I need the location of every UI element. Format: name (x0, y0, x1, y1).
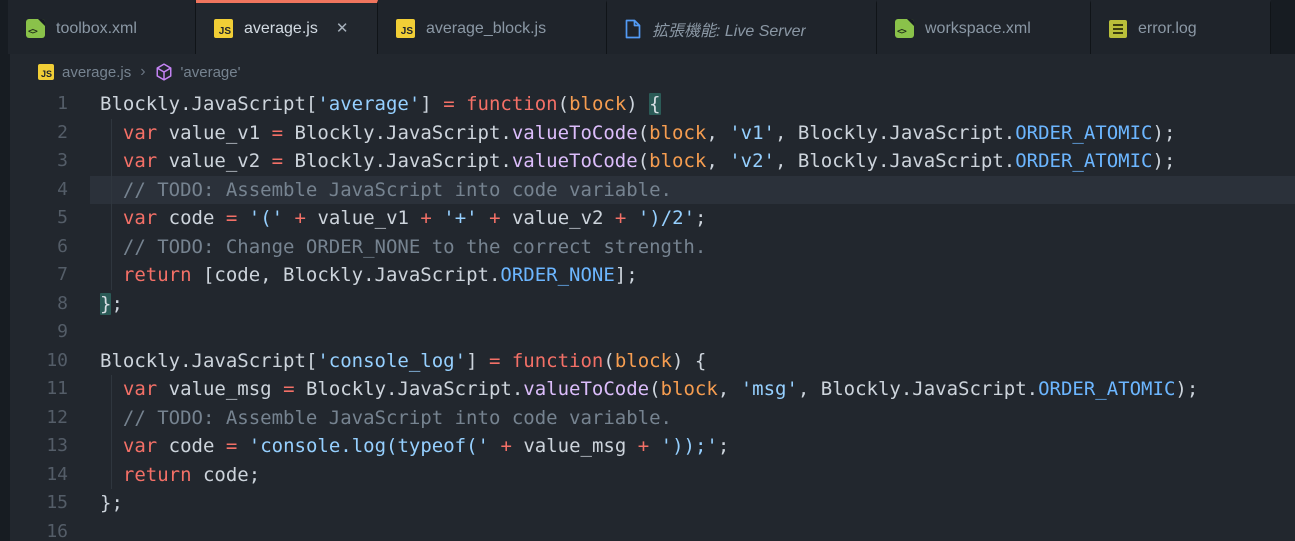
tab-toolbox-xml[interactable]: toolbox.xml (8, 0, 196, 54)
symbol-module-icon (155, 63, 173, 81)
tab--live-server[interactable]: 拡張機能: Live Server (607, 0, 877, 54)
code-line[interactable]: 3 var value_v2 = Blockly.JavaScript.valu… (0, 147, 1295, 176)
tab-label: workspace.xml (925, 20, 1031, 38)
code-line[interactable]: 16 (0, 518, 1295, 541)
tab-workspace-xml[interactable]: workspace.xml (877, 0, 1091, 54)
code-line[interactable]: 2 var value_v1 = Blockly.JavaScript.valu… (0, 119, 1295, 148)
code-line[interactable]: 14 return code; (0, 461, 1295, 490)
code-text: Blockly.JavaScript['console_log'] = func… (68, 347, 706, 376)
line-number: 7 (0, 261, 68, 290)
code-line[interactable]: 4 // TODO: Assemble JavaScript into code… (0, 176, 1295, 205)
breadcrumb-file[interactable]: average.js (62, 64, 131, 81)
code-text: // TODO: Assemble JavaScript into code v… (68, 176, 672, 205)
line-number: 11 (0, 375, 68, 404)
code-line[interactable]: 6 // TODO: Change ORDER_NONE to the corr… (0, 233, 1295, 262)
code-text: var value_v1 = Blockly.JavaScript.valueT… (68, 119, 1175, 148)
code-editor[interactable]: 1Blockly.JavaScript['average'] = functio… (0, 90, 1295, 541)
code-text: var code = 'console.log(typeof(' + value… (68, 432, 729, 461)
tab-error-log[interactable]: error.log (1091, 0, 1271, 54)
file-icon (625, 19, 641, 39)
tab-label: average_block.js (426, 20, 546, 38)
code-text: Blockly.JavaScript['average'] = function… (68, 90, 661, 119)
line-number: 9 (0, 318, 68, 347)
line-number: 16 (0, 518, 68, 541)
line-number: 8 (0, 290, 68, 319)
code-line[interactable]: 12 // TODO: Assemble JavaScript into cod… (0, 404, 1295, 433)
xml-file-icon (26, 19, 45, 38)
line-number: 6 (0, 233, 68, 262)
code-line[interactable]: 8}; (0, 290, 1295, 319)
line-number: 1 (0, 90, 68, 119)
line-number: 14 (0, 461, 68, 490)
code-line[interactable]: 5 var code = '(' + value_v1 + '+' + valu… (0, 204, 1295, 233)
line-number: 13 (0, 432, 68, 461)
code-text: return [code, Blockly.JavaScript.ORDER_N… (68, 261, 638, 290)
code-text: var value_v2 = Blockly.JavaScript.valueT… (68, 147, 1175, 176)
log-file-icon (1109, 20, 1127, 38)
code-line[interactable]: 9 (0, 318, 1295, 347)
tab-average-js[interactable]: average.js ✕ (196, 0, 378, 54)
line-number: 12 (0, 404, 68, 433)
code-text: // TODO: Change ORDER_NONE to the correc… (68, 233, 706, 262)
js-file-icon (214, 19, 233, 38)
code-text: }; (68, 489, 123, 518)
code-line[interactable]: 10Blockly.JavaScript['console_log'] = fu… (0, 347, 1295, 376)
code-text (68, 318, 100, 347)
code-text: var code = '(' + value_v1 + '+' + value_… (68, 204, 706, 233)
code-line[interactable]: 1Blockly.JavaScript['average'] = functio… (0, 90, 1295, 119)
code-line[interactable]: 13 var code = 'console.log(typeof(' + va… (0, 432, 1295, 461)
tab-label: average.js (244, 20, 318, 38)
code-text: }; (68, 290, 123, 319)
code-text (68, 518, 100, 541)
left-edge-strip (0, 54, 10, 541)
editor-tab-bar: toolbox.xml average.js ✕ average_block.js 拡張… (0, 0, 1295, 54)
code-text: var value_msg = Blockly.JavaScript.value… (68, 375, 1198, 404)
line-number: 15 (0, 489, 68, 518)
line-number: 4 (0, 176, 68, 205)
code-line[interactable]: 15}; (0, 489, 1295, 518)
tab-average-block-js[interactable]: average_block.js (378, 0, 607, 54)
code-line[interactable]: 7 return [code, Blockly.JavaScript.ORDER… (0, 261, 1295, 290)
tab-label: error.log (1138, 20, 1197, 38)
js-file-icon (38, 64, 54, 80)
code-text: // TODO: Assemble JavaScript into code v… (68, 404, 672, 433)
breadcrumb: average.js › 'average' (0, 54, 1295, 90)
tab-label: toolbox.xml (56, 20, 137, 38)
js-file-icon (396, 19, 415, 38)
line-number: 5 (0, 204, 68, 233)
code-text: return code; (68, 461, 260, 490)
line-number: 10 (0, 347, 68, 376)
chevron-right-icon: › (139, 63, 146, 81)
tab-label: 拡張機能: Live Server (652, 17, 806, 41)
close-icon[interactable]: ✕ (333, 19, 352, 38)
code-line[interactable]: 11 var value_msg = Blockly.JavaScript.va… (0, 375, 1295, 404)
breadcrumb-symbol[interactable]: 'average' (181, 64, 241, 81)
line-number: 3 (0, 147, 68, 176)
line-number: 2 (0, 119, 68, 148)
xml-file-icon (895, 19, 914, 38)
